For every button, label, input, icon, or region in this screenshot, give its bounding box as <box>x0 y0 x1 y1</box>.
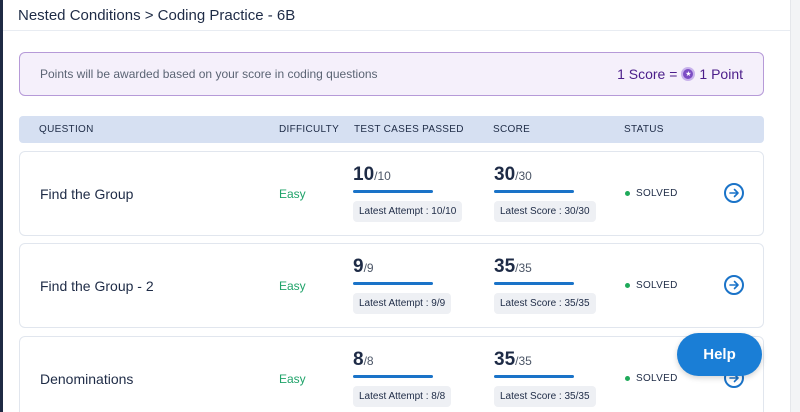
latest-attempt-pill: Latest Attempt : 10/10 <box>353 201 463 222</box>
scrollbar[interactable] <box>790 0 800 412</box>
test-cases-total: /9 <box>363 261 374 275</box>
question-row[interactable]: Find the Group Easy 10/10 Latest Attempt… <box>19 151 764 236</box>
score-to-point-ratio: 1 Score = ★ 1 Point <box>617 66 743 82</box>
question-title[interactable]: Find the Group <box>40 152 133 235</box>
status-dot <box>625 191 630 196</box>
score-cell: 35/35 Latest Score : 35/35 <box>494 256 604 314</box>
score-progress-bar <box>494 375 574 378</box>
score-progress-bar <box>494 282 574 285</box>
score-cell: 30/30 Latest Score : 30/30 <box>494 164 604 222</box>
question-row[interactable]: Find the Group - 2 Easy 9/9 Latest Attem… <box>19 243 764 328</box>
test-cases-progress-bar <box>353 282 433 285</box>
question-row[interactable]: Denominations Easy 8/8 Latest Attempt : … <box>19 336 764 412</box>
difficulty-label: Easy <box>279 371 306 386</box>
difficulty-label: Easy <box>279 278 306 293</box>
status-dot <box>625 376 630 381</box>
latest-attempt-pill: Latest Attempt : 8/8 <box>353 386 452 407</box>
test-cases-passed: 9/9 Latest Attempt : 9/9 <box>353 256 463 314</box>
arrow-right-circle-icon[interactable] <box>724 183 744 203</box>
status-text: SOLVED <box>636 373 678 384</box>
score-value: 35 <box>494 256 516 277</box>
points-banner-text: Points will be awarded based on your sco… <box>40 67 378 81</box>
test-cases-total: /8 <box>363 354 374 368</box>
column-header-status: STATUS <box>624 124 664 135</box>
status-dot <box>625 283 630 288</box>
test-cases-value: 9 <box>353 256 364 277</box>
arrow-right-circle-icon[interactable] <box>724 275 744 295</box>
latest-score-pill: Latest Score : 30/30 <box>494 201 596 222</box>
score-suffix: 1 Point <box>699 66 743 82</box>
score-total: /35 <box>515 261 532 275</box>
test-cases-passed: 10/10 Latest Attempt : 10/10 <box>353 164 463 222</box>
question-title[interactable]: Denominations <box>40 337 133 412</box>
help-button[interactable]: Help <box>677 333 762 376</box>
score-value: 35 <box>494 349 516 370</box>
score-total: /30 <box>515 169 532 183</box>
star-coin-icon: ★ <box>681 67 696 81</box>
test-cases-value: 10 <box>353 164 375 185</box>
status-badge: SOLVED <box>625 244 678 327</box>
score-progress-bar <box>494 190 574 193</box>
score-prefix: 1 Score = <box>617 66 678 82</box>
column-header-difficulty: DIFFICULTY <box>279 124 340 135</box>
question-title[interactable]: Find the Group - 2 <box>40 244 154 327</box>
breadcrumb: Nested Conditions > Coding Practice - 6B <box>3 0 790 31</box>
column-header-score: SCORE <box>493 124 531 135</box>
test-cases-passed: 8/8 Latest Attempt : 8/8 <box>353 349 463 407</box>
test-cases-progress-bar <box>353 375 433 378</box>
table-header: QUESTION DIFFICULTY TEST CASES PASSED SC… <box>19 116 764 143</box>
status-text: SOLVED <box>636 280 678 291</box>
test-cases-total: /10 <box>374 169 391 183</box>
column-header-test-cases: TEST CASES PASSED <box>354 124 464 135</box>
column-header-question: QUESTION <box>39 124 94 135</box>
test-cases-progress-bar <box>353 190 433 193</box>
status-badge: SOLVED <box>625 152 678 235</box>
difficulty-label: Easy <box>279 186 306 201</box>
test-cases-value: 8 <box>353 349 364 370</box>
latest-score-pill: Latest Score : 35/35 <box>494 386 596 407</box>
score-total: /35 <box>515 354 532 368</box>
points-banner: Points will be awarded based on your sco… <box>19 52 764 96</box>
score-cell: 35/35 Latest Score : 35/35 <box>494 349 604 407</box>
status-text: SOLVED <box>636 188 678 199</box>
left-edge <box>0 0 3 412</box>
status-badge: SOLVED <box>625 337 678 412</box>
latest-attempt-pill: Latest Attempt : 9/9 <box>353 293 452 314</box>
latest-score-pill: Latest Score : 35/35 <box>494 293 596 314</box>
breadcrumb-text: Nested Conditions > Coding Practice - 6B <box>18 6 296 24</box>
score-value: 30 <box>494 164 516 185</box>
